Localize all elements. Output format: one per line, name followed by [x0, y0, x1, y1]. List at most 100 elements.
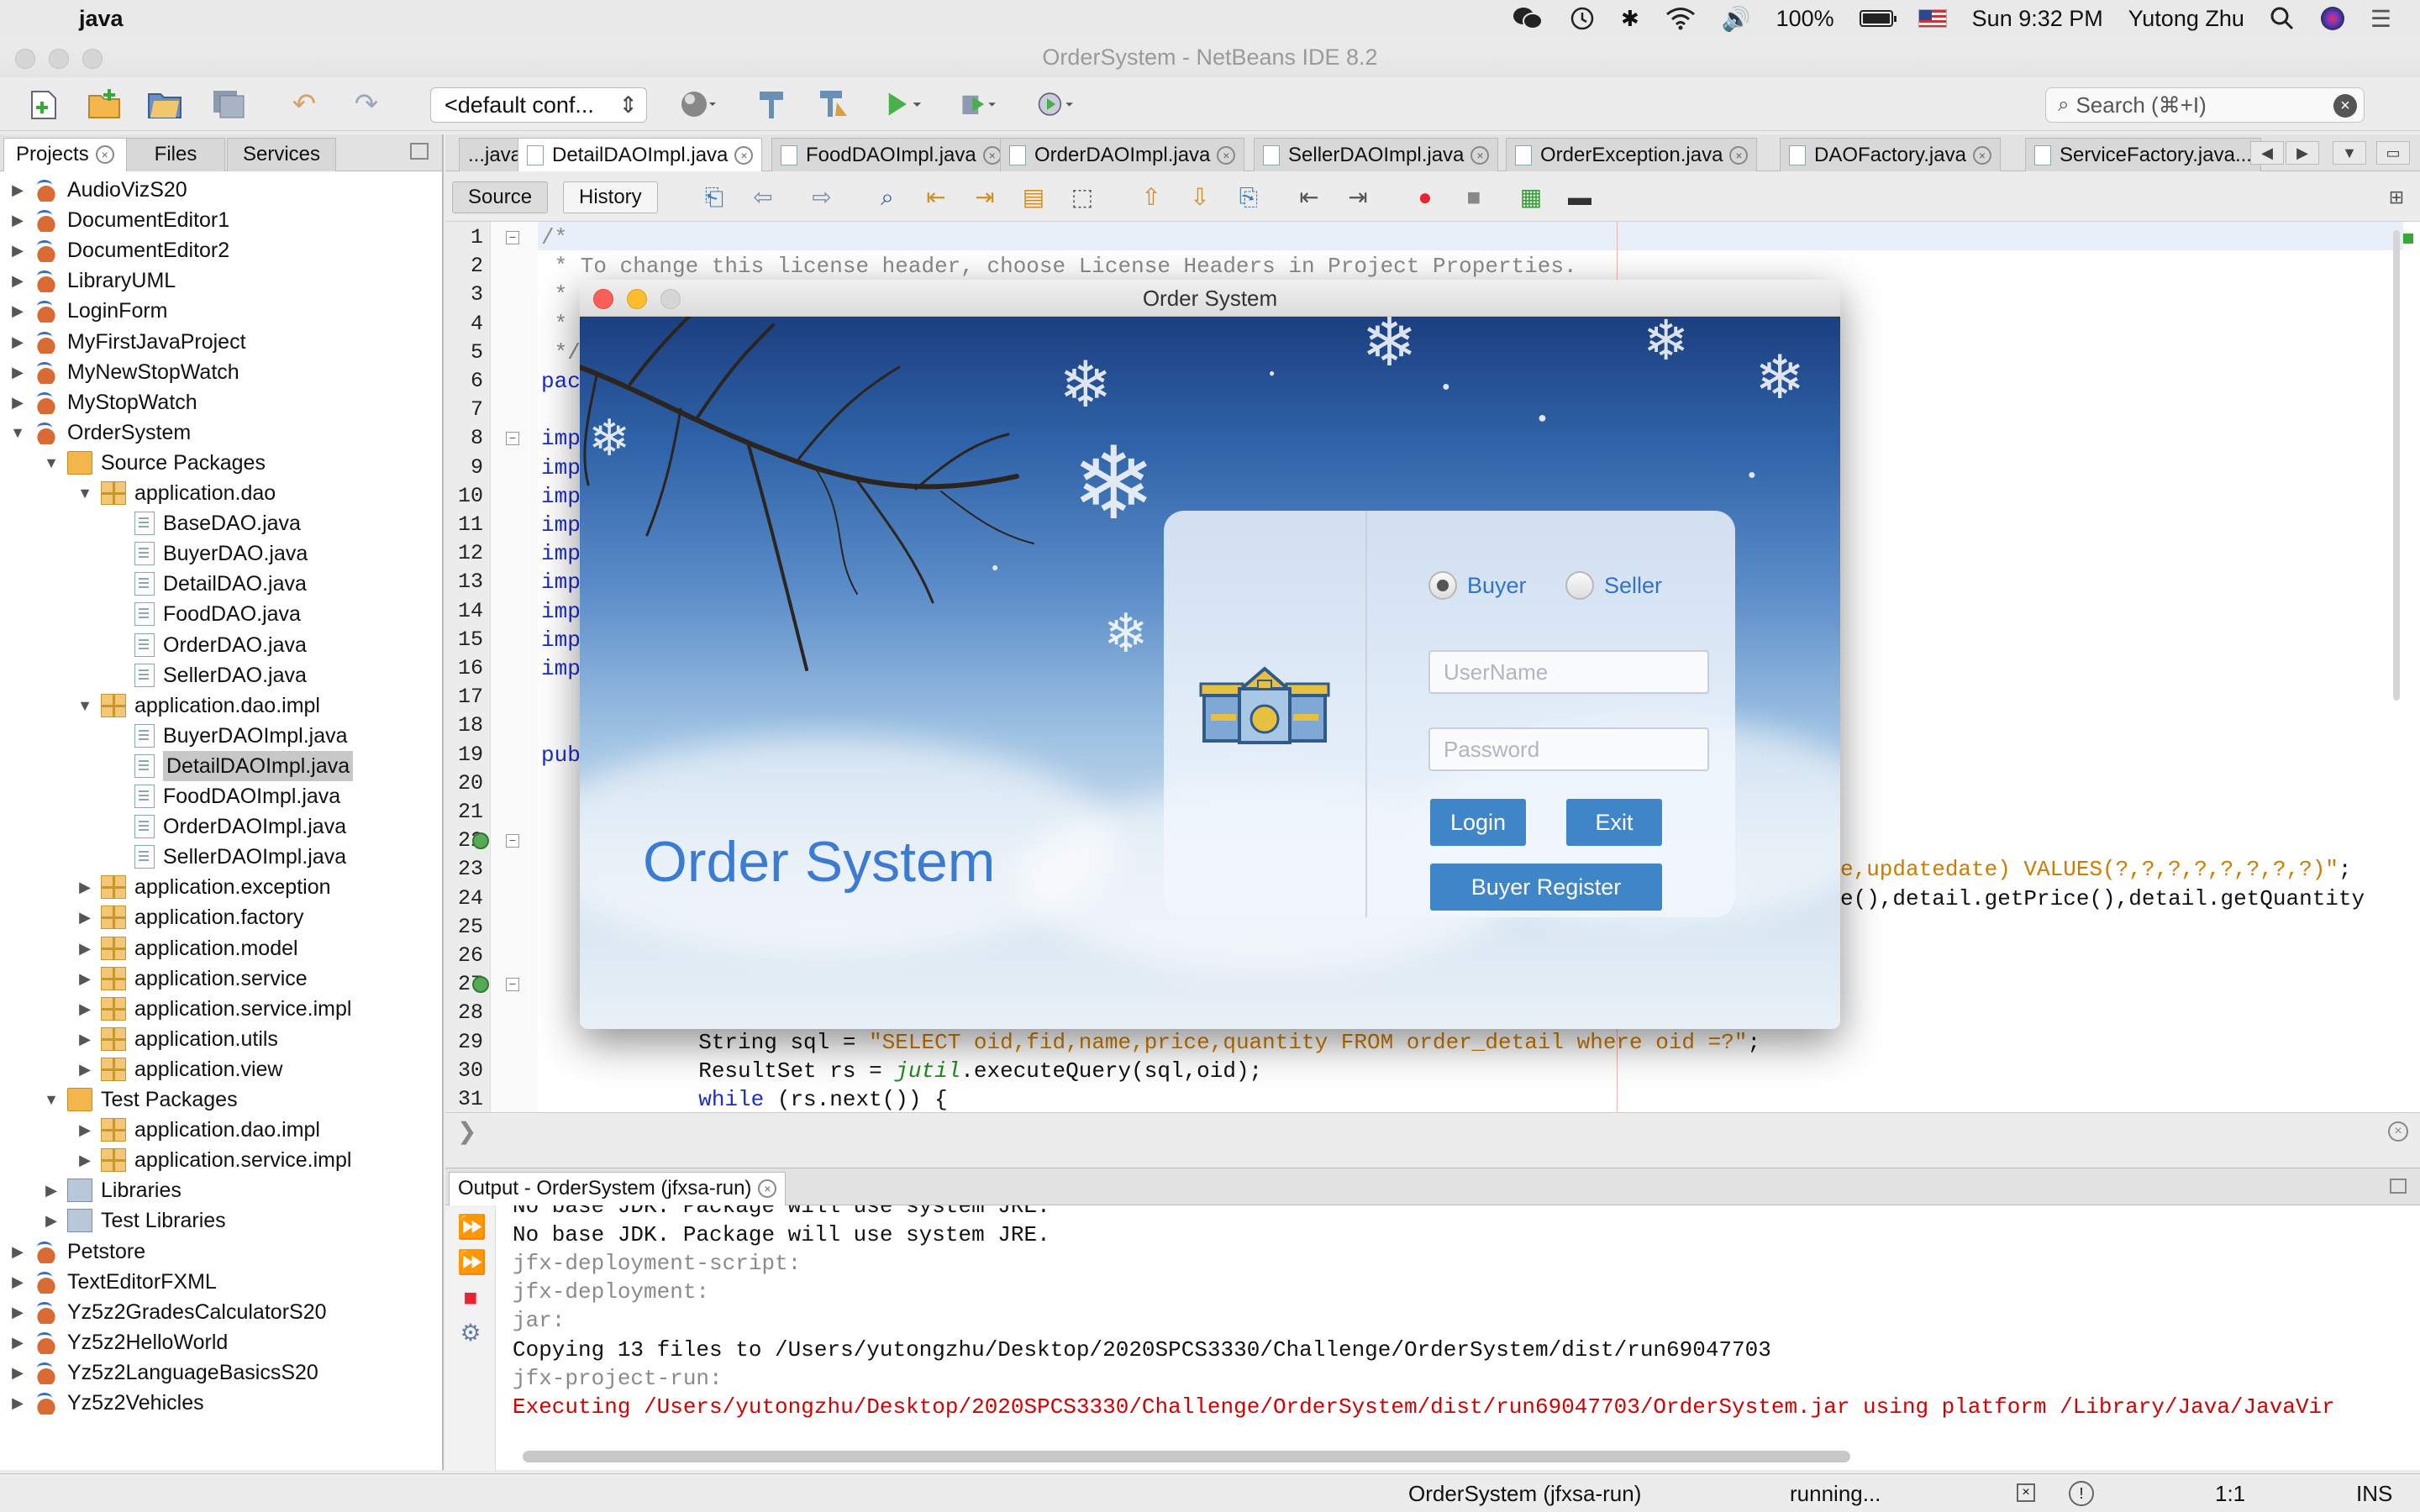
exit-button[interactable]: Exit: [1566, 799, 1662, 846]
wifi-icon[interactable]: [1665, 0, 1697, 37]
undo-icon[interactable]: ↶: [284, 86, 324, 123]
collapsed-arrow-icon[interactable]: ▶: [8, 235, 27, 265]
tree-node[interactable]: ▶ Libraries: [42, 1175, 182, 1205]
close-tab-icon[interactable]: ×: [1217, 145, 1236, 165]
find-previous-icon[interactable]: ⇤: [921, 183, 951, 212]
run-project-icon[interactable]: [884, 86, 924, 123]
tree-node[interactable]: ▶ application.service.impl: [76, 994, 351, 1024]
editor-tab[interactable]: ServiceFactory.java...: [2025, 138, 2261, 171]
time-machine-icon[interactable]: [1569, 0, 1596, 37]
tree-node[interactable]: ▶ Petstore: [8, 1236, 145, 1267]
tree-node[interactable]: ▶ application.dao.impl: [76, 1115, 320, 1145]
close-output-tab-icon[interactable]: ×: [758, 1179, 777, 1198]
tree-node[interactable]: FoodDAOImpl.java: [109, 781, 340, 811]
close-tab-icon[interactable]: ×: [982, 145, 1002, 165]
breadcrumb-chevron-icon[interactable]: ❯: [457, 1118, 476, 1144]
tree-node[interactable]: FoodDAO.java: [109, 599, 301, 629]
uncomment-icon[interactable]: ▬: [1565, 183, 1595, 212]
toggle-highlight-icon[interactable]: ▤: [1018, 183, 1049, 212]
tree-node[interactable]: ▶ application.service: [76, 963, 308, 994]
seller-radio[interactable]: Seller: [1565, 571, 1662, 600]
output-text[interactable]: No base JDK. Package will use system JRE…: [496, 1205, 2420, 1470]
collapsed-arrow-icon[interactable]: ▶: [8, 1297, 27, 1327]
collapsed-arrow-icon[interactable]: ▶: [8, 387, 27, 417]
tree-node[interactable]: ▶ application.view: [76, 1054, 283, 1084]
wechat-icon[interactable]: [1512, 0, 1544, 37]
tab-files[interactable]: Files: [126, 138, 225, 171]
tree-node[interactable]: ▶ application.utils: [76, 1024, 278, 1054]
dialog-zoom-button[interactable]: [660, 289, 681, 309]
username-field[interactable]: [1428, 650, 1709, 694]
collapsed-arrow-icon[interactable]: ▶: [8, 265, 27, 296]
tree-node[interactable]: ▶ DocumentEditor2: [8, 235, 229, 265]
collapsed-arrow-icon[interactable]: ▶: [42, 1205, 60, 1236]
stop-icon[interactable]: ■: [457, 1284, 484, 1311]
dialog-close-button[interactable]: [593, 289, 613, 309]
volume-icon[interactable]: 🔊: [1722, 0, 1751, 37]
collapsed-arrow-icon[interactable]: ▶: [76, 1054, 94, 1084]
build-hammer-icon[interactable]: [751, 86, 792, 123]
next-bookmark-icon[interactable]: ⇩: [1185, 183, 1215, 212]
collapsed-arrow-icon[interactable]: ▶: [8, 357, 27, 387]
collapsed-arrow-icon[interactable]: ▶: [76, 1115, 94, 1145]
notification-center-icon[interactable]: ☰: [2370, 0, 2391, 37]
spotlight-search-icon[interactable]: [2270, 0, 2295, 37]
tree-node[interactable]: SellerDAO.java: [109, 660, 307, 690]
collapsed-arrow-icon[interactable]: ▶: [8, 1267, 27, 1297]
close-tab-icon[interactable]: ×: [1729, 145, 1749, 165]
tree-node[interactable]: BaseDAO.java: [109, 508, 301, 538]
tree-node[interactable]: DetailDAO.java: [109, 569, 307, 599]
siri-icon[interactable]: [2320, 0, 2345, 37]
collapsed-arrow-icon[interactable]: ▶: [8, 296, 27, 326]
output-horizontal-scrollbar[interactable]: [523, 1451, 1850, 1462]
editor-tab[interactable]: DetailDAOImpl.java ×: [518, 138, 763, 171]
collapsed-arrow-icon[interactable]: ▶: [76, 994, 94, 1024]
editor-tab[interactable]: FoodDAOImpl.java ×: [771, 138, 1011, 171]
scroll-tabs-right-icon[interactable]: ▶: [2286, 141, 2319, 165]
collapsed-arrow-icon[interactable]: ▶: [42, 1175, 60, 1205]
tree-node[interactable]: ▶ MyStopWatch: [8, 387, 197, 417]
fold-toggle-icon[interactable]: −: [506, 231, 519, 244]
tree-node[interactable]: ▼ application.dao: [76, 478, 276, 508]
back-icon[interactable]: ⇦: [748, 183, 778, 212]
last-edit-icon[interactable]: ⎗: [699, 183, 729, 212]
forward-icon[interactable]: ⇨: [807, 183, 837, 212]
find-next-icon[interactable]: ⇥: [970, 183, 1000, 212]
rectangular-selection-icon[interactable]: ⬚: [1067, 183, 1097, 212]
override-marker-icon[interactable]: [472, 976, 489, 994]
close-tab-icon[interactable]: ×: [1972, 145, 1991, 165]
collapsed-arrow-icon[interactable]: ▶: [76, 902, 94, 932]
tree-node[interactable]: ▶ MyNewStopWatch: [8, 357, 239, 387]
editor-vertical-scrollbar[interactable]: [2393, 230, 2400, 701]
toggle-bookmark-icon[interactable]: ⎘: [1234, 183, 1264, 212]
cancel-task-icon[interactable]: ×: [2017, 1483, 2035, 1502]
close-breadcrumb-icon[interactable]: ×: [2388, 1121, 2408, 1142]
debug-project-icon[interactable]: [960, 86, 1000, 123]
tree-node[interactable]: ▶ DocumentEditor1: [8, 205, 229, 235]
fold-toggle-icon[interactable]: −: [506, 834, 519, 848]
tree-node[interactable]: ▼ Test Packages: [42, 1084, 238, 1115]
editor-tab[interactable]: OrderDAOImpl.java ×: [1000, 138, 1245, 171]
save-all-icon[interactable]: [208, 86, 249, 123]
minimize-output-icon[interactable]: [2390, 1179, 2407, 1194]
fold-toggle-icon[interactable]: −: [506, 432, 519, 446]
expanded-arrow-icon[interactable]: ▼: [8, 417, 27, 448]
close-tab-icon[interactable]: ×: [734, 145, 754, 165]
split-editor-icon[interactable]: ⊞: [2381, 183, 2412, 212]
find-icon[interactable]: ⌕: [872, 183, 902, 212]
collapsed-arrow-icon[interactable]: ▶: [8, 1388, 27, 1418]
collapsed-arrow-icon[interactable]: ▶: [8, 1357, 27, 1388]
bluetooth-icon[interactable]: ✱: [1621, 0, 1639, 37]
minimize-window-button[interactable]: [49, 49, 69, 69]
tree-node[interactable]: BuyerDAO.java: [109, 538, 308, 569]
previous-bookmark-icon[interactable]: ⇧: [1136, 183, 1166, 212]
expanded-arrow-icon[interactable]: ▼: [76, 478, 94, 508]
override-marker-icon[interactable]: [472, 832, 489, 850]
tree-node[interactable]: ▶ Yz5z2HelloWorld: [8, 1327, 228, 1357]
app-menu-name[interactable]: java: [79, 6, 124, 32]
scroll-tabs-left-icon[interactable]: ◀: [2250, 141, 2284, 165]
new-project-icon[interactable]: [84, 86, 124, 123]
editor-tab[interactable]: OrderException.java ×: [1506, 138, 1758, 171]
start-macro-icon[interactable]: ●: [1410, 183, 1440, 212]
collapsed-arrow-icon[interactable]: ▶: [8, 175, 27, 205]
